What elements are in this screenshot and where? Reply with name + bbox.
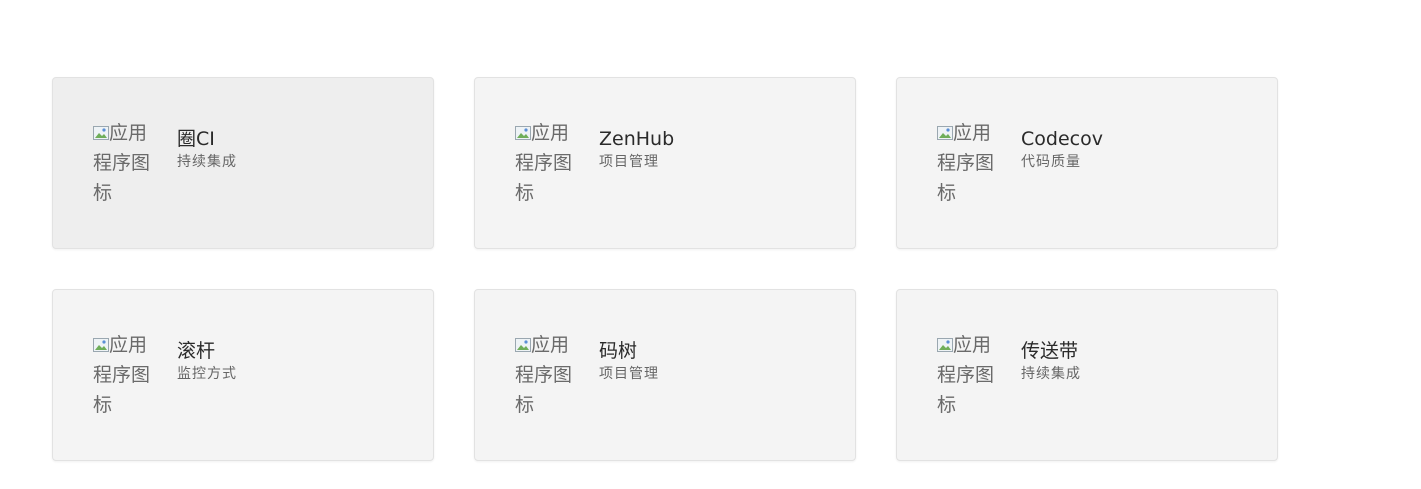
- app-card-codetree[interactable]: 应用程序图标 码树 项目管理: [474, 289, 856, 461]
- app-category: 监控方式: [177, 366, 237, 382]
- app-card-conveyor[interactable]: 应用程序图标 传送带 持续集成: [896, 289, 1278, 461]
- app-icon: 应用程序图标: [515, 118, 579, 208]
- app-name: ZenHub: [599, 128, 675, 150]
- broken-image-icon: [93, 126, 109, 140]
- app-card-zenhub[interactable]: 应用程序图标 ZenHub 项目管理: [474, 77, 856, 249]
- app-category: 代码质量: [1021, 154, 1081, 170]
- broken-image-icon: [937, 338, 953, 352]
- app-card-circleci[interactable]: 应用程序图标 圈CI 持续集成: [52, 77, 434, 249]
- broken-image-icon: [515, 338, 531, 352]
- app-card-codecov[interactable]: 应用程序图标 Codecov 代码质量: [896, 77, 1278, 249]
- app-grid: 应用程序图标 圈CI 持续集成 应用程序图标 ZenHub 项目管理 应用程序图…: [52, 77, 1278, 461]
- broken-image-icon: [937, 126, 953, 140]
- app-name: 圈CI: [177, 128, 215, 150]
- app-card-rollbar[interactable]: 应用程序图标 滚杆 监控方式: [52, 289, 434, 461]
- broken-image-icon: [515, 126, 531, 140]
- app-icon: 应用程序图标: [937, 330, 1001, 420]
- app-name: 码树: [599, 340, 638, 362]
- app-category: 持续集成: [177, 154, 237, 170]
- app-category: 项目管理: [599, 154, 659, 170]
- app-icon: 应用程序图标: [93, 330, 157, 420]
- app-category: 项目管理: [599, 366, 659, 382]
- app-icon: 应用程序图标: [515, 330, 579, 420]
- app-name: 滚杆: [177, 340, 216, 362]
- app-name: 传送带: [1021, 340, 1079, 362]
- app-category: 持续集成: [1021, 366, 1081, 382]
- app-icon: 应用程序图标: [93, 118, 157, 208]
- broken-image-icon: [93, 338, 109, 352]
- app-name: Codecov: [1021, 128, 1103, 150]
- app-icon: 应用程序图标: [937, 118, 1001, 208]
